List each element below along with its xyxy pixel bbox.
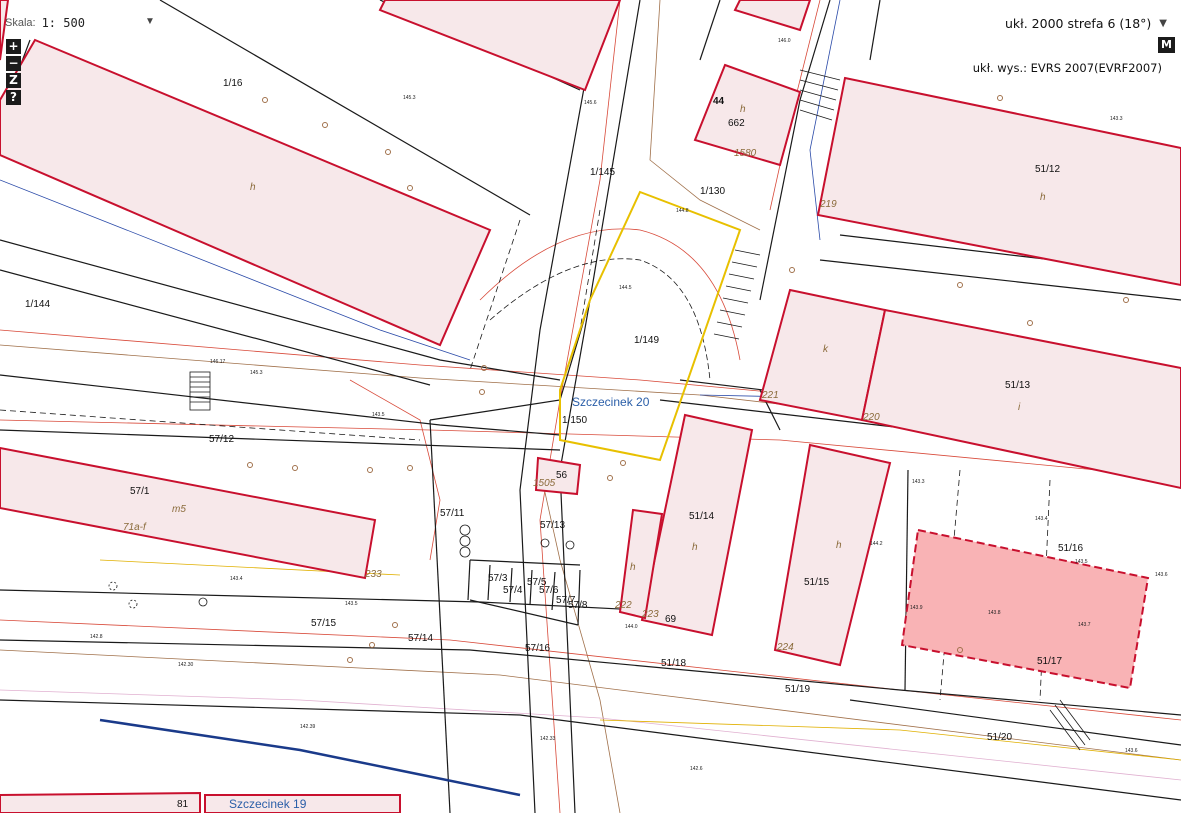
label-number-224: 224 — [776, 642, 794, 653]
label-parcel-69: 69 — [665, 614, 677, 625]
cadastral-map[interactable]: 1/16 1/144 1/145 1/130 1/149 1/150 662 5… — [0, 0, 1181, 813]
building-1-16 — [0, 38, 492, 347]
label-parcel-81: 81 — [177, 799, 189, 810]
zoom-in-button[interactable]: + — [6, 39, 21, 54]
label-building-h: h — [250, 182, 256, 193]
spot-height: 143.3 — [912, 479, 925, 485]
label-parcel-1-130: 1/130 — [700, 186, 725, 197]
label-parcel-51-16: 51/16 — [1058, 543, 1083, 554]
label-parcel-57-13: 57/13 — [540, 520, 565, 531]
label-building-h-4: h — [692, 542, 698, 553]
label-parcel-1-150: 1/150 — [562, 415, 587, 426]
spot-height: 143.9 — [910, 605, 923, 611]
label-number-220: 220 — [862, 412, 880, 423]
chevron-down-icon[interactable]: ▼ — [145, 16, 155, 27]
spot-height: 142.8 — [90, 634, 103, 640]
spot-height: 143.5 — [1075, 559, 1088, 565]
spot-height: 143.4 — [1035, 516, 1048, 522]
label-parcel-57-8: 57/8 — [568, 600, 588, 611]
building-bottom-left — [0, 791, 201, 813]
spot-height: 146.0 — [778, 38, 791, 44]
spot-height: 143.6 — [1155, 572, 1168, 578]
spot-height: 146.17 — [210, 359, 226, 365]
label-parcel-662: 662 — [728, 118, 745, 129]
spot-height: 143.5 — [372, 412, 385, 418]
crs-selector[interactable]: ukł. 2000 strefa 6 (18°) ▼ — [1005, 13, 1167, 33]
label-parcel-51-17: 51/17 — [1037, 656, 1062, 667]
spot-height: 143.3 — [1110, 116, 1123, 122]
spot-height: 145.3 — [250, 370, 263, 376]
spot-height: 144.2 — [870, 541, 883, 547]
label-building-h-2: h — [740, 104, 746, 115]
building-57-1 — [0, 446, 377, 580]
label-parcel-57-15: 57/15 — [311, 618, 336, 629]
help-button[interactable]: ? — [6, 90, 21, 105]
street-line — [99, 718, 521, 797]
label-parcel-51-15: 51/15 — [804, 577, 829, 588]
scale-selector[interactable]: Skala: 1: 500 ▼ — [0, 13, 160, 33]
chevron-down-icon[interactable]: ▼ — [1159, 18, 1167, 29]
label-number-233: 233 — [364, 569, 382, 580]
label-parcel-57-11: 57/11 — [440, 508, 465, 519]
spot-height: 142.6 — [690, 766, 703, 772]
spot-height: 145.3 — [403, 95, 416, 101]
spot-height: 142.39 — [300, 724, 316, 730]
height-system-label: ukł. wys.: EVRS 2007(EVRF2007) — [972, 61, 1162, 75]
scale-label: Skala: — [5, 17, 36, 29]
label-parcel-51-18: 51/18 — [661, 658, 686, 669]
label-street-szczecinek-20: Szczecinek 20 — [572, 395, 650, 409]
spot-height: 144.0 — [625, 624, 638, 630]
spot-height: 143.8 — [988, 610, 1001, 616]
label-parcel-44: 44 — [713, 96, 725, 107]
spot-height: 142.30 — [178, 662, 194, 668]
spot-height: 143.5 — [345, 601, 358, 607]
label-parcel-51-14: 51/14 — [689, 511, 714, 522]
label-parcel-57-1: 57/1 — [130, 486, 150, 497]
label-number-1580: 1580 — [734, 148, 757, 159]
spot-height: 143.4 — [230, 576, 243, 582]
spot-height: 142.33 — [540, 736, 556, 742]
building-51-15 — [773, 443, 892, 667]
label-number-222: 222 — [614, 600, 632, 611]
building-top-center — [378, 0, 622, 92]
building-top-right-small — [733, 0, 812, 32]
label-parcel-56: 56 — [556, 470, 568, 481]
label-parcel-57-14: 57/14 — [408, 633, 433, 644]
menu-button[interactable]: M — [1158, 37, 1175, 53]
label-number-223: 223 — [641, 609, 659, 620]
label-building-h-5: h — [630, 562, 636, 573]
selected-parcel-51-17[interactable] — [900, 528, 1150, 690]
label-parcel-1-145: 1/145 — [590, 167, 615, 178]
zoom-extent-button[interactable]: Z — [6, 73, 21, 88]
label-number-1505: 1505 — [533, 478, 556, 489]
spot-height: 144.5 — [619, 285, 632, 291]
label-number-221: 221 — [761, 390, 779, 401]
label-building-m5: m5 — [172, 504, 186, 515]
crs-value[interactable]: ukł. 2000 strefa 6 (18°) — [1005, 16, 1151, 31]
spot-height: 144.8 — [676, 208, 689, 214]
label-building-h-6: h — [836, 540, 842, 551]
label-parcel-57-16: 57/16 — [525, 643, 550, 654]
zoom-out-button[interactable]: − — [6, 56, 21, 71]
label-parcel-51-13: 51/13 — [1005, 380, 1030, 391]
label-parcel-57-12: 57/12 — [209, 434, 234, 445]
building-51-13 — [860, 308, 1181, 490]
scale-value[interactable]: 1: 500 — [42, 16, 85, 30]
map-controls: + − Z ? — [6, 39, 21, 105]
label-street-szczecinek-19: Szczecinek 19 — [229, 797, 307, 811]
label-parcel-51-19: 51/19 — [785, 684, 810, 695]
label-parcel-51-12: 51/12 — [1035, 164, 1060, 175]
label-parcel-1-144: 1/144 — [25, 299, 50, 310]
label-building-71af: 71a-f — [123, 522, 147, 533]
label-parcel-57-4: 57/4 — [503, 585, 523, 596]
spot-height: 143.6 — [1125, 748, 1138, 754]
label-number-219: 219 — [819, 199, 837, 210]
label-building-h-3: h — [1040, 192, 1046, 203]
label-parcel-57-3: 57/3 — [488, 573, 508, 584]
label-parcel-1-16: 1/16 — [223, 78, 243, 89]
label-parcel-1-149: 1/149 — [634, 335, 659, 346]
spot-height: 143.7 — [1078, 622, 1091, 628]
label-parcel-51-20: 51/20 — [987, 732, 1012, 743]
spot-height: 145.6 — [584, 100, 597, 106]
